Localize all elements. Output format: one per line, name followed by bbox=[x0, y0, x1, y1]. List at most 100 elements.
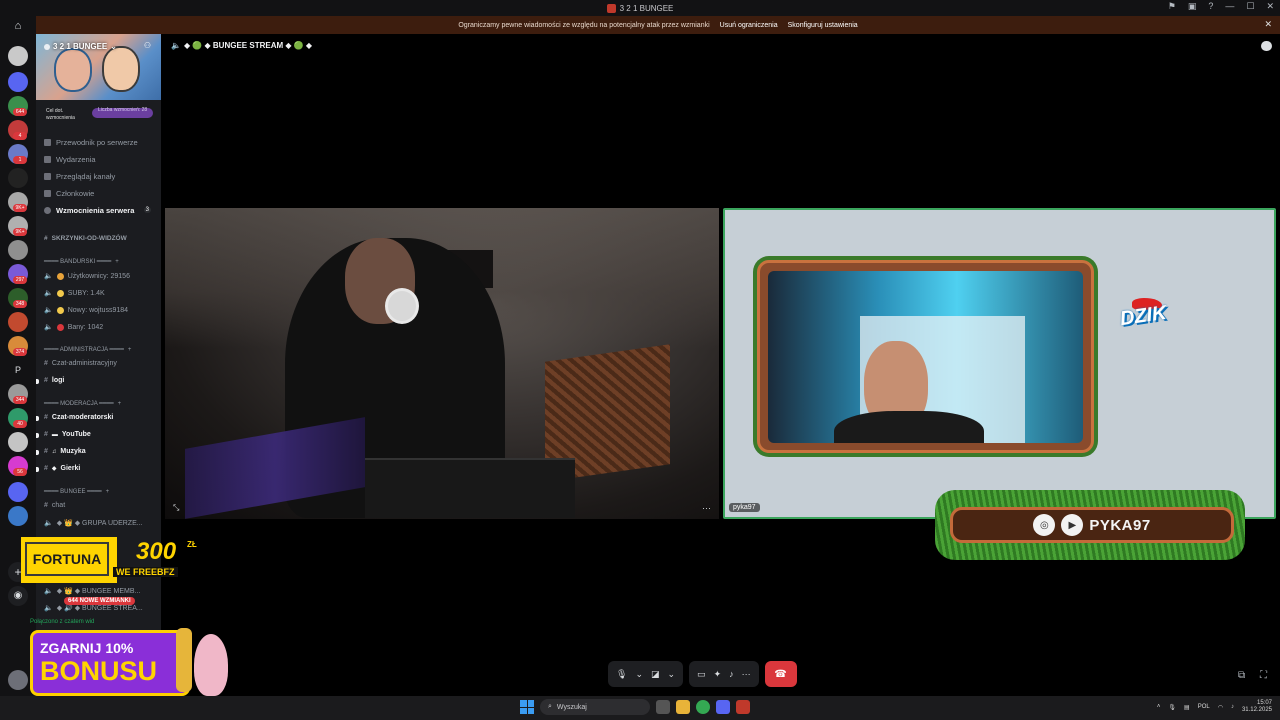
plus-icon[interactable]: + bbox=[128, 347, 132, 353]
file-explorer-icon[interactable] bbox=[676, 700, 690, 714]
channel-label: Muzyka bbox=[60, 448, 86, 455]
plus-icon[interactable]: + bbox=[118, 401, 122, 407]
chrome-icon[interactable] bbox=[696, 700, 710, 714]
chevron-up-icon[interactable]: ˄ bbox=[1157, 704, 1161, 710]
speaker-icon: 🔈 bbox=[44, 290, 53, 297]
speaker-icon: 🔈 bbox=[44, 273, 53, 280]
taskbar-search[interactable]: ⌕ Wyszukaj bbox=[540, 699, 650, 715]
close-window-button[interactable]: ✕ bbox=[1266, 1, 1274, 12]
window-title: 3 2 1 BUNGEE bbox=[619, 3, 674, 13]
bonus-ad: ZGARNIJ 10% BONUSU bbox=[30, 628, 230, 698]
voice-channel-grupa[interactable]: 🔈 ◆ 👑 ◆ GRUPA UDERZE... bbox=[44, 519, 143, 527]
soundboard-icon[interactable]: ♪ bbox=[729, 669, 734, 679]
events-item[interactable]: Wydarzenia bbox=[44, 155, 96, 164]
screen-share-icon[interactable]: ▭ bbox=[697, 669, 706, 680]
server-icon[interactable] bbox=[8, 46, 28, 66]
channel-muzyka[interactable]: # ♫ Muzyka bbox=[36, 448, 86, 455]
stat-channel-subs[interactable]: 🔈 SUBY: 1.4K bbox=[44, 289, 105, 297]
plus-icon[interactable]: + bbox=[115, 259, 119, 265]
minimize-button[interactable]: — bbox=[1225, 1, 1234, 12]
server-icon[interactable] bbox=[8, 312, 28, 332]
chevron-down-icon[interactable]: ⌄ bbox=[668, 669, 676, 680]
stat-channel-new[interactable]: 🔈 Nowy: wojtuss9184 bbox=[44, 306, 128, 314]
channel-czat-administracyjny[interactable]: # Czat-administracyjny bbox=[44, 360, 117, 367]
channel-logi[interactable]: # logi bbox=[36, 377, 64, 384]
new-mentions-badge[interactable]: 644 NOWE WZMIANKI bbox=[64, 597, 135, 605]
maximize-button[interactable]: ☐ bbox=[1246, 1, 1254, 12]
channel-chat[interactable]: # chat bbox=[44, 502, 65, 509]
network-icon[interactable]: ▤ bbox=[1184, 704, 1190, 711]
server-letter[interactable]: P bbox=[8, 360, 28, 380]
voice-connected-panel: Połączono z czatem wid bbox=[30, 619, 94, 625]
channel-youtube[interactable]: # ▬ YouTube bbox=[36, 431, 91, 438]
avatar[interactable] bbox=[8, 670, 28, 690]
close-notice-icon[interactable]: ✕ bbox=[1264, 19, 1272, 30]
windows-start-icon[interactable] bbox=[520, 700, 534, 714]
server-icon[interactable] bbox=[8, 432, 28, 452]
voice-channel-bungee-memb[interactable]: 🔈 ◆ 👑 ◆ BUNGEE MEMB... bbox=[44, 587, 140, 595]
fullscreen-icon[interactable]: ⛶ bbox=[1260, 670, 1267, 681]
add-user-icon[interactable]: ⚇ bbox=[144, 41, 151, 50]
discord-icon[interactable] bbox=[716, 700, 730, 714]
nav-label: Wzmocnienia serwera bbox=[56, 206, 135, 215]
category-bandurski[interactable]: ━━━━ BANDURSKI ━━━━ + bbox=[44, 258, 119, 266]
plus-icon[interactable]: + bbox=[106, 489, 110, 495]
channel-gierki[interactable]: # ◆ Gierki bbox=[36, 465, 80, 472]
server-boosts-item[interactable]: Wzmocnienia serwera bbox=[44, 206, 134, 215]
voice-channel-bungee-stream[interactable]: 🔈 ◆ 🔊 ◆ BUNGEE STREA... bbox=[44, 604, 143, 612]
server-icon[interactable] bbox=[8, 506, 28, 526]
server-badge: 348 bbox=[13, 300, 27, 308]
disconnect-button[interactable]: ☎ bbox=[764, 661, 797, 687]
more-options-icon[interactable]: ··· bbox=[702, 503, 711, 513]
chat-bubble-icon[interactable] bbox=[1261, 41, 1272, 51]
server-banner[interactable]: 3 2 1 BUNGEE ⌄ ⚇ bbox=[36, 34, 161, 100]
app-icon[interactable] bbox=[736, 700, 750, 714]
channel-skrzynki[interactable]: # SKRZYNKI-OD-WIDZÓW bbox=[44, 235, 127, 242]
server-icon[interactable] bbox=[8, 168, 28, 188]
server-name[interactable]: 3 2 1 BUNGEE ⌄ bbox=[44, 42, 117, 51]
activities-icon[interactable]: ✦ bbox=[714, 669, 722, 680]
help-icon[interactable]: ? bbox=[1208, 1, 1213, 12]
speaker-icon: 🔈 bbox=[44, 588, 53, 595]
browse-channels-item[interactable]: Przeglądaj kanały bbox=[44, 172, 115, 181]
server-icon[interactable] bbox=[8, 240, 28, 260]
boost-goal-bar[interactable]: Cel dot. wzmocnienia Liczba wzmocnień: 2… bbox=[36, 100, 161, 124]
popout-icon[interactable]: ⧉ bbox=[1238, 670, 1245, 681]
inbox-icon[interactable]: ▣ bbox=[1188, 1, 1197, 12]
server-badge: 56 bbox=[13, 468, 27, 476]
server-guide-item[interactable]: Przewodnik po serwerze bbox=[44, 138, 138, 147]
clock[interactable]: 15:07 31.12.2025 bbox=[1242, 700, 1272, 714]
category-bungee[interactable]: ━━━━ BUNGEE ━━━━ + bbox=[44, 488, 110, 496]
stream-tile-main[interactable]: ⤡ ··· bbox=[165, 208, 719, 519]
server-boost-icon bbox=[44, 43, 50, 50]
call-controls: 🎙 ⌄ ◪ ⌄ ▭ ✦ ♪ ··· ☎ bbox=[608, 661, 797, 687]
stage-title: ◆ 🟢 ◆ BUNGEE STREAM ◆ 🟢 ◆ bbox=[183, 41, 313, 50]
wifi-icon[interactable]: ◠ bbox=[1218, 704, 1223, 711]
volume-icon[interactable]: ♪ bbox=[1231, 704, 1234, 710]
channel-label: ◆ 🔊 ◆ BUNGEE STREA... bbox=[56, 605, 143, 612]
expand-icon[interactable]: ⤡ bbox=[173, 503, 179, 513]
members-item[interactable]: Członkowie bbox=[44, 189, 94, 198]
discord-home-icon[interactable]: ⌂ bbox=[8, 20, 28, 40]
server-icon[interactable] bbox=[8, 72, 28, 92]
more-icon[interactable]: ··· bbox=[742, 669, 751, 679]
discover-icon[interactable]: ◉ bbox=[8, 586, 28, 606]
stat-channel-users[interactable]: 🔈 Użytkownicy: 29156 bbox=[44, 272, 130, 280]
pin-icon[interactable]: ⚑ bbox=[1168, 1, 1176, 12]
server-badge: 1 bbox=[13, 156, 27, 164]
server-name-label: 3 2 1 BUNGEE bbox=[53, 42, 108, 51]
language-indicator[interactable]: POL bbox=[1198, 704, 1210, 710]
stat-channel-bans[interactable]: 🔈 Bany: 1042 bbox=[44, 323, 103, 331]
server-icon[interactable] bbox=[8, 482, 28, 502]
configure-settings-link[interactable]: Skonfiguruj ustawienia bbox=[788, 22, 858, 29]
calendar-icon bbox=[44, 156, 51, 163]
category-moderacja[interactable]: ━━━━ MODERACJA ━━━━ + bbox=[44, 400, 122, 408]
task-view-icon[interactable] bbox=[656, 700, 670, 714]
camera-off-icon[interactable]: ◪ bbox=[651, 669, 660, 680]
channel-czat-moderatorski[interactable]: # Czat-moderatorski bbox=[36, 414, 113, 421]
remove-restrictions-link[interactable]: Usuń ograniczenia bbox=[720, 22, 778, 29]
microphone-icon[interactable]: 🎙 bbox=[616, 669, 627, 680]
mic-tray-icon[interactable]: 🎙 bbox=[1168, 704, 1176, 711]
category-administracja[interactable]: ━━━━ ADMINISTRACJA ━━━━ + bbox=[44, 346, 132, 354]
chevron-down-icon[interactable]: ⌄ bbox=[635, 669, 643, 680]
